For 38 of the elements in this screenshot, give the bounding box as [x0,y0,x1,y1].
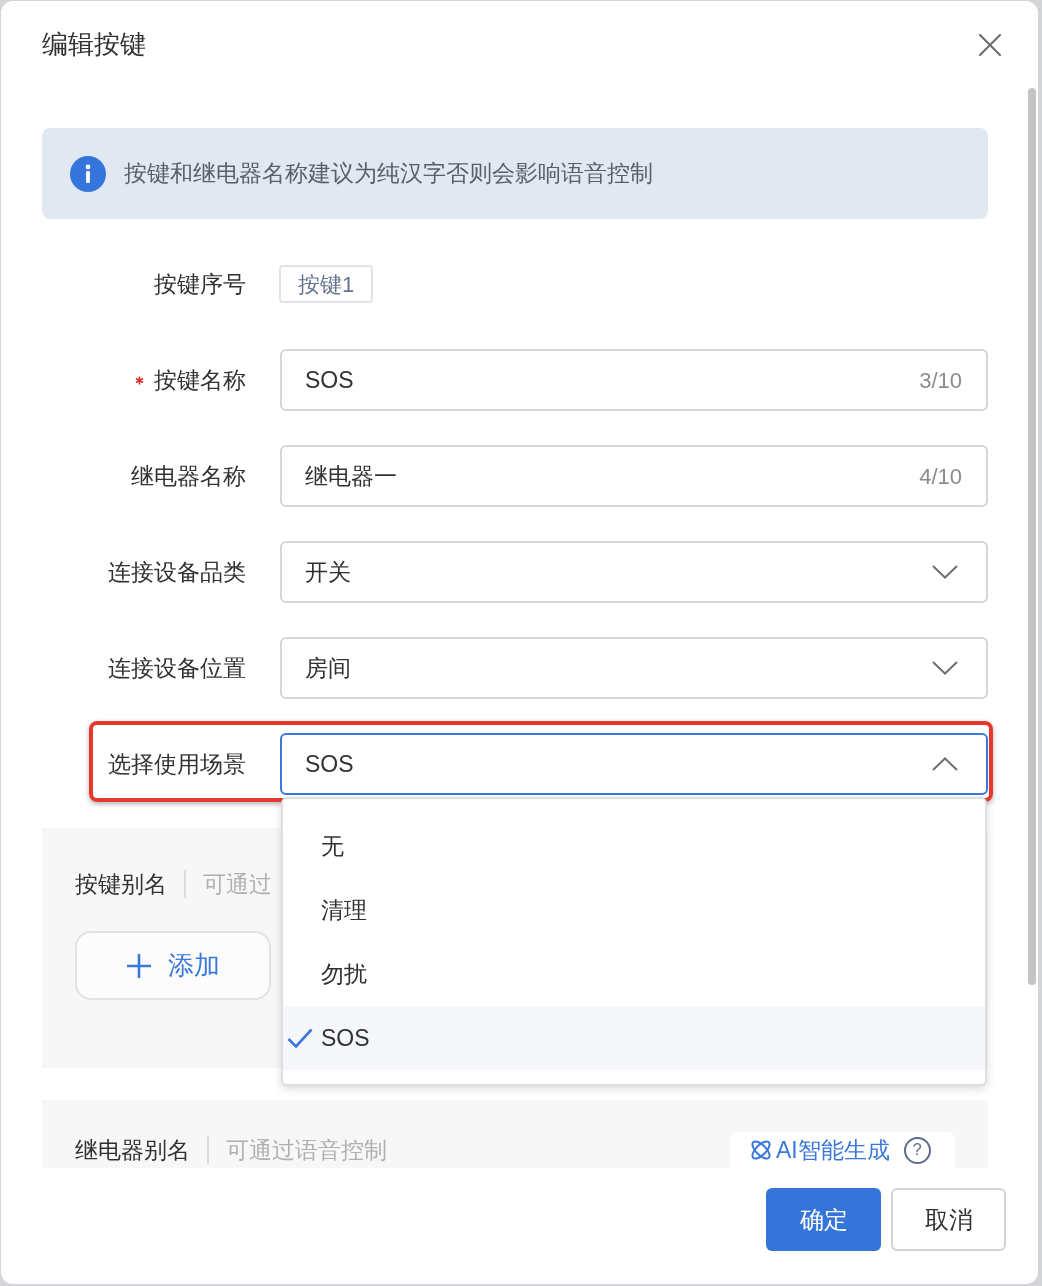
orbit-icon [749,1138,773,1162]
dropdown-option[interactable]: 勿扰 [283,942,985,1006]
character-count: 4/10 [919,462,962,491]
confirm-button[interactable]: 确定 [766,1188,881,1251]
field-label: 选择使用场景 [108,749,246,779]
alias-label: 按键别名 [75,869,167,899]
field-label: 按键名称 [154,365,246,395]
info-icon [70,155,106,192]
ai-generate-button[interactable]: AI智能生成 [749,1132,890,1168]
add-button[interactable]: 添加 [75,931,271,1000]
select-field[interactable]: 开关 [280,541,988,603]
dropdown-option[interactable]: SOS [283,1006,985,1070]
close-icon[interactable] [979,33,1001,56]
plus-icon [126,952,152,979]
select-field[interactable]: 房间 [280,637,988,699]
alias-hint: 可通过语音控制 [226,1135,387,1165]
field-label: 继电器名称 [131,461,246,491]
text-field[interactable]: 继电器一 4/10 [280,445,988,507]
text-field[interactable]: SOS 3/10 [280,349,988,411]
character-count: 3/10 [919,366,962,395]
dropdown-option[interactable]: 无 [283,814,985,878]
help-icon[interactable]: ? [903,1136,931,1164]
check-icon [287,1028,313,1048]
chevron-up-icon [932,757,958,771]
chevron-down-icon [932,661,958,675]
select-field[interactable]: SOS [280,733,988,795]
notice-text: 按键和继电器名称建议为纯汉字否则会影响语音控制 [124,159,653,189]
alias-hint: 可通过 [203,869,272,899]
cancel-button[interactable]: 取消 [891,1188,1006,1251]
number-tag: 按键1 [279,265,374,303]
field-label: 按键序号 [154,269,246,299]
dropdown-option[interactable]: 清理 [283,878,985,942]
dialog-title: 编辑按键 [42,28,146,61]
field-label: 连接设备品类 [108,557,246,587]
alias-label: 继电器别名 [75,1135,190,1165]
chevron-down-icon [932,565,958,579]
field-label: 连接设备位置 [108,653,246,683]
scrollbar-thumb[interactable] [1028,88,1036,985]
